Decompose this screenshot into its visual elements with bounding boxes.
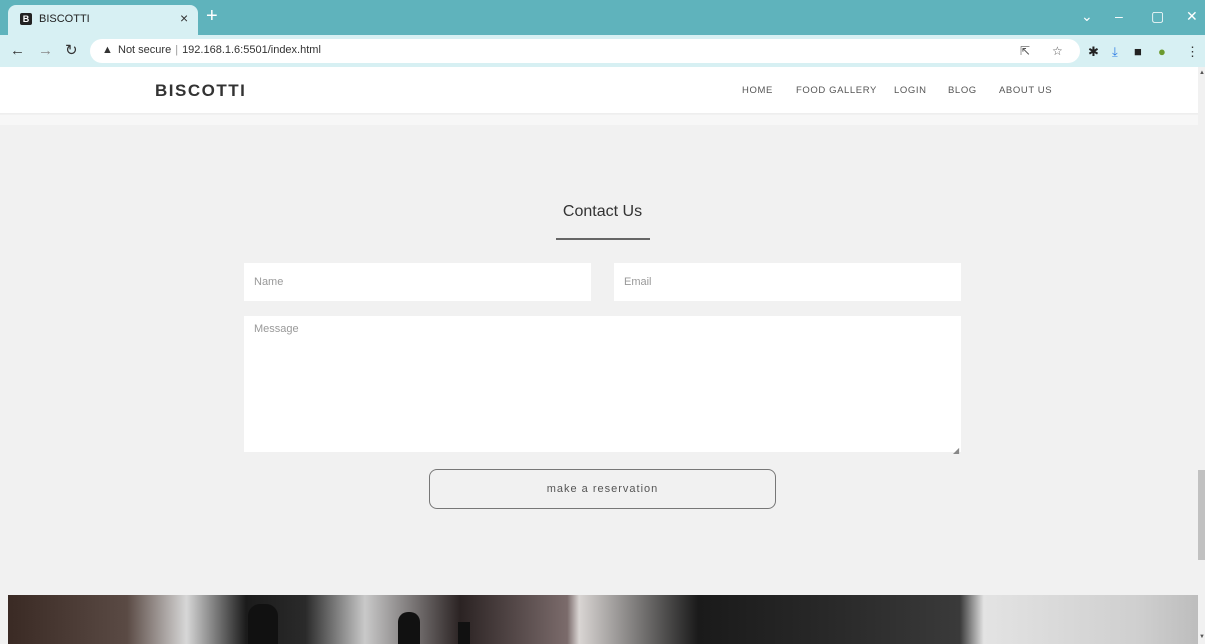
nav-home[interactable]: HOME (742, 85, 773, 96)
restore-icon[interactable]: ▢ (1151, 8, 1164, 24)
share-icon[interactable]: ⇱ (1020, 44, 1030, 58)
nav-blog[interactable]: BLOG (948, 85, 977, 96)
reload-icon[interactable]: ↻ (65, 43, 78, 59)
browser-toolbar: ← → ↻ ▲ Not secure | 192.168.1.6:5501/inde… (0, 35, 1205, 67)
address-bar[interactable]: ▲ Not secure | 192.168.1.6:5501/index.html… (90, 39, 1080, 63)
resize-grip-icon[interactable]: ◢ (953, 446, 959, 455)
security-label: Not secure (118, 44, 172, 56)
close-tab-icon[interactable]: × (180, 10, 188, 26)
food-photo-banner (8, 595, 1198, 644)
email-field[interactable] (614, 263, 961, 301)
contact-title: Contact Us (562, 203, 643, 220)
warning-icon: ▲ (102, 44, 113, 56)
photo-shape (458, 622, 470, 644)
page-viewport: BISCOTTI HOME FOOD GALLERY LOGIN BLOG AB… (0, 67, 1198, 644)
title-divider (556, 238, 650, 240)
tab-favicon-icon: B (20, 13, 32, 25)
photo-shape (248, 604, 278, 644)
url-text: 192.168.1.6:5501/index.html (182, 44, 321, 56)
browser-tabstrip: B BISCOTTI × + ⌄ – ▢ ✕ (0, 0, 1205, 35)
name-field[interactable] (244, 263, 591, 301)
minimize-icon[interactable]: – (1115, 8, 1123, 24)
photo-shape (398, 612, 420, 644)
new-tab-icon[interactable]: + (206, 6, 218, 26)
browser-tab[interactable]: B BISCOTTI × (8, 5, 198, 35)
address-text: Not secure | 192.168.1.6:5501/index.html (118, 44, 321, 56)
nav-food-gallery[interactable]: FOOD GALLERY (796, 85, 877, 96)
forward-arrow-icon[interactable]: → (38, 43, 53, 59)
back-arrow-icon[interactable]: ← (10, 43, 25, 59)
message-field[interactable] (244, 316, 961, 452)
scroll-up-icon[interactable]: ▲ (1199, 70, 1205, 76)
profile-avatar-icon[interactable]: ● (1158, 45, 1166, 59)
navbar-spacer (0, 115, 1198, 125)
tab-search-icon[interactable]: ⌄ (1081, 8, 1093, 24)
scrollbar-thumb[interactable] (1198, 470, 1205, 560)
site-navbar: BISCOTTI HOME FOOD GALLERY LOGIN BLOG AB… (0, 67, 1198, 114)
puzzle-icon[interactable]: ✱ (1088, 45, 1099, 59)
make-reservation-button[interactable]: make a reservation (429, 469, 776, 509)
nav-about-us[interactable]: ABOUT US (999, 85, 1052, 96)
star-icon[interactable]: ☆ (1052, 44, 1063, 58)
site-brand[interactable]: BISCOTTI (155, 81, 246, 101)
side-panel-icon[interactable]: ■ (1134, 45, 1142, 59)
nav-login[interactable]: LOGIN (894, 85, 927, 96)
download-icon[interactable]: ⤓ (1112, 45, 1118, 59)
kebab-menu-icon[interactable]: ⋮ (1186, 45, 1199, 59)
scroll-down-icon[interactable]: ▼ (1199, 634, 1205, 640)
close-window-icon[interactable]: ✕ (1186, 8, 1198, 24)
tab-title: BISCOTTI (39, 13, 90, 25)
